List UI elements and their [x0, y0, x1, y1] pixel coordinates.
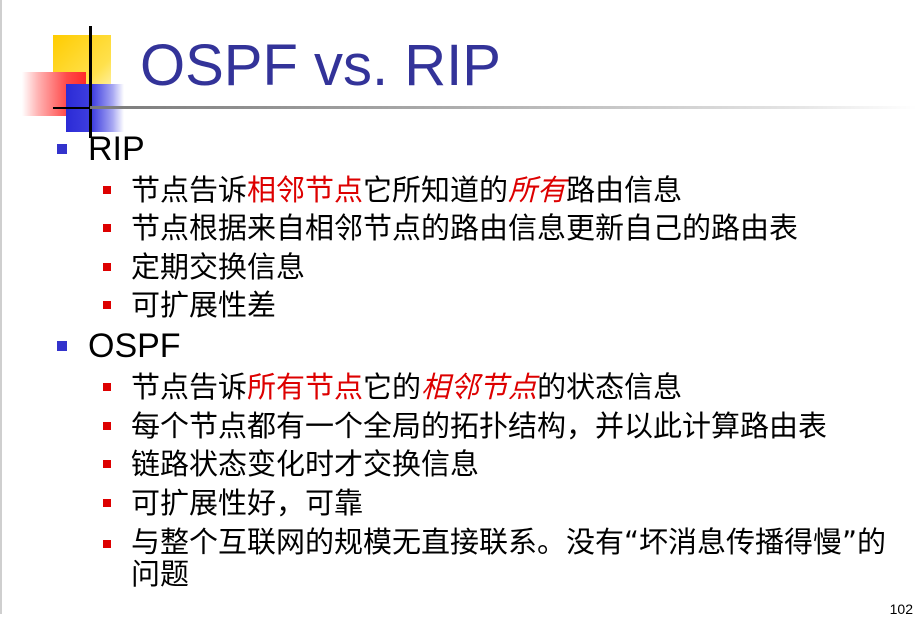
level2-bullet [103, 263, 111, 271]
ospf-item-2-text: 每个节点都有一个全局的拓扑结构，并以此计算路由表 [131, 409, 828, 443]
logo-vertical-line [89, 26, 92, 138]
level2-bullet [103, 301, 111, 309]
ospf-item-1-highlight-all-nodes: 所有节点 [247, 370, 364, 404]
section-heading-text: OSPF [88, 327, 181, 365]
ospf-item-1-part-1: 节点告诉 [131, 370, 248, 404]
title-underline [90, 106, 917, 109]
slide-title: OSPF vs. RIP [140, 33, 501, 98]
rip-item-3-text: 定期交换信息 [131, 250, 306, 284]
rip-item-1-highlight-all: 所有 [508, 173, 567, 207]
ospf-item-1-highlight-neighbors: 相邻节点 [421, 370, 538, 404]
rip-item-1-part-3: 它所知道的 [363, 173, 509, 207]
section-heading-text: RIP [88, 130, 145, 168]
rip-item-2-text: 节点根据来自相邻节点的路由信息更新自己的路由表 [131, 211, 799, 245]
rip-item-1-part-1: 节点告诉 [131, 173, 248, 207]
ospf-item-4-text: 可扩展性好，可靠 [131, 486, 364, 520]
level2-bullet [103, 224, 111, 232]
level2-bullet [103, 383, 111, 391]
rip-item-4-text: 可扩展性差 [131, 288, 277, 322]
ospf-item-1-part-3: 它的 [363, 370, 422, 404]
ospf-item-5-text: 与整个互联网的规模无直接联系。没有“坏消息传播得慢”的问题 [131, 525, 887, 591]
level2-bullet [103, 499, 111, 507]
level2-bullet [103, 422, 111, 430]
level2-bullet [103, 540, 111, 548]
rip-item-1-highlight-neighbors: 相邻节点 [247, 173, 364, 207]
slide-logo-decoration [0, 0, 140, 140]
level1-bullet [57, 341, 67, 351]
level1-bullet [57, 144, 67, 154]
level2-bullet [103, 460, 111, 468]
rip-item-1-text: 节点告诉相邻节点它所知道的所有路由信息 [131, 172, 682, 208]
ospf-item-3-text: 链路状态变化时才交换信息 [131, 447, 480, 481]
ospf-item-1-part-5: 的状态信息 [537, 370, 683, 404]
ospf-item-1-text: 节点告诉所有节点它的相邻节点的状态信息 [131, 369, 682, 405]
level2-bullet [103, 186, 111, 194]
rip-item-1-part-5: 路由信息 [566, 173, 683, 207]
